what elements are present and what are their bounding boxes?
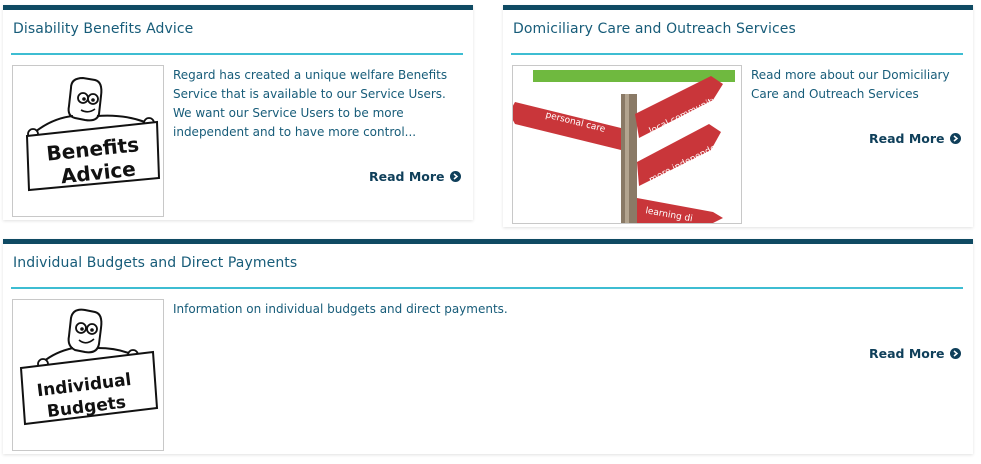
read-more-label: Read More [869, 346, 945, 361]
card-domiciliary-care: Domiciliary Care and Outreach Services l… [503, 5, 973, 227]
benefits-advice-cartoon: Benefits Advice [25, 76, 161, 192]
chevron-right-circle-icon [949, 348, 961, 359]
chevron-right-circle-icon [449, 171, 461, 182]
card-disability-benefits: Disability Benefits Advice Benefits Advi… [3, 5, 473, 220]
benefits-advice-image[interactable]: Benefits Advice [12, 65, 164, 217]
card-title: Domiciliary Care and Outreach Services [513, 21, 796, 37]
individual-budgets-cartoon: Individual Budgets [19, 308, 159, 426]
individual-budgets-image[interactable]: Individual Budgets [12, 299, 164, 451]
read-more-label: Read More [369, 169, 445, 184]
title-divider [11, 53, 463, 55]
signpost-image[interactable]: local community personal care more indep… [512, 65, 742, 224]
card-description: Read more about our Domiciliary Care and… [751, 68, 950, 101]
card-title: Individual Budgets and Direct Payments [13, 255, 298, 271]
read-more-link[interactable]: Read More [869, 131, 961, 146]
read-more-label: Read More [869, 131, 945, 146]
title-divider [11, 287, 963, 289]
signpost-photo: local community personal care more indep… [513, 66, 741, 223]
read-more-link[interactable]: Read More [869, 346, 961, 361]
card-description: Regard has created a unique welfare Bene… [173, 68, 448, 139]
read-more-link[interactable]: Read More [369, 169, 461, 184]
chevron-right-circle-icon [949, 133, 961, 144]
title-divider [511, 53, 963, 55]
card-description: Information on individual budgets and di… [173, 302, 508, 316]
card-individual-budgets: Individual Budgets and Direct Payments I… [3, 239, 973, 454]
card-title: Disability Benefits Advice [13, 21, 194, 37]
